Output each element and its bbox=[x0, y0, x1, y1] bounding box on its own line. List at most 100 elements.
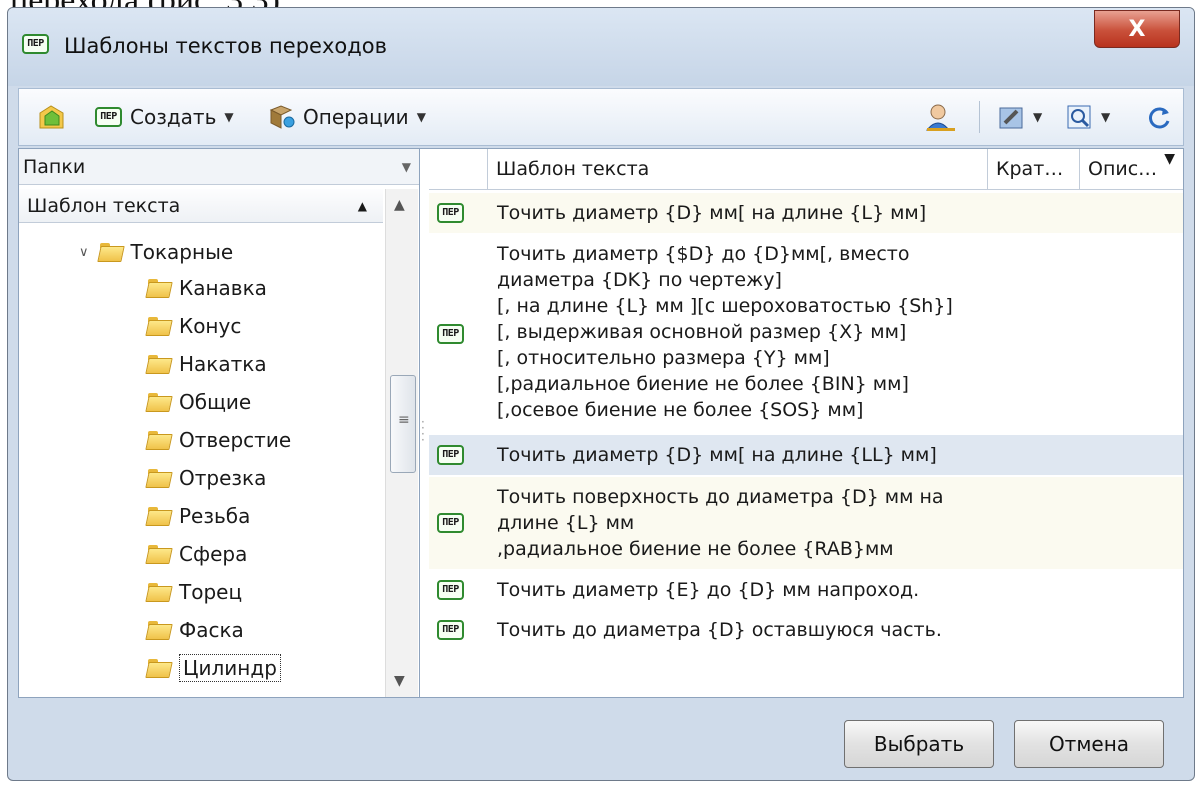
folder-icon bbox=[147, 583, 171, 601]
tree-item-selected[interactable]: Цилиндр bbox=[147, 651, 281, 685]
tree-item[interactable]: Отрезка bbox=[147, 461, 266, 495]
create-label: Создать bbox=[130, 105, 217, 129]
expand-chevron-icon[interactable]: ∨ bbox=[79, 245, 89, 260]
folder-icon bbox=[147, 279, 171, 297]
folders-pane: Папки ▼ Шаблон текста ▲ ∨ Токарные Канав… bbox=[19, 149, 420, 697]
icon-column-header[interactable] bbox=[429, 149, 487, 189]
folder-icon bbox=[147, 621, 171, 639]
folders-header[interactable]: Папки ▼ bbox=[19, 149, 419, 185]
row-template-text: Точить диаметр {$D} до {D}мм[, вместо ди… bbox=[497, 243, 953, 421]
chevron-down-icon: ▼ bbox=[416, 110, 426, 124]
filter-icon[interactable]: ▼ bbox=[1164, 151, 1175, 167]
folder-icon bbox=[147, 431, 171, 449]
home-folder-button[interactable] bbox=[37, 100, 67, 134]
dialog-footer: Выбрать Отмена bbox=[18, 702, 1184, 776]
tree-item[interactable]: Конус bbox=[147, 309, 241, 343]
tree-scrollbar[interactable]: ▲ ≡ ▼ bbox=[385, 189, 418, 697]
scroll-down-icon[interactable]: ▼ bbox=[394, 673, 405, 689]
settings-button[interactable]: ▼ bbox=[997, 100, 1042, 134]
tree-column-label: Шаблон текста bbox=[27, 195, 181, 217]
main-area: Папки ▼ Шаблон текста ▲ ∨ Токарные Канав… bbox=[18, 148, 1184, 698]
wrench-icon bbox=[999, 107, 1023, 129]
folder-icon bbox=[99, 243, 123, 261]
tree-item-label: Канавка bbox=[179, 276, 267, 300]
transition-icon: ПЕР bbox=[22, 34, 49, 54]
chevron-down-icon[interactable]: ▼ bbox=[402, 149, 411, 185]
tree-item-label: Фаска bbox=[179, 618, 244, 642]
tree-item-label: Цилиндр bbox=[179, 654, 281, 682]
tree-column-header[interactable]: Шаблон текста ▲ bbox=[19, 189, 383, 223]
window-title: Шаблоны текстов переходов bbox=[64, 34, 387, 58]
table-row[interactable]: ПЕР Точить до диаметра {D} оставшуюся ча… bbox=[429, 611, 1183, 649]
tree-item-label: Отрезка bbox=[179, 466, 267, 490]
folder-icon bbox=[147, 317, 171, 335]
chevron-down-icon: ▼ bbox=[1101, 110, 1111, 124]
home-folder-icon bbox=[39, 105, 64, 129]
transition-icon: ПЕР bbox=[437, 620, 464, 640]
table-row-highlighted[interactable]: ПЕР Точить диаметр {D} мм[ на длине {LL}… bbox=[429, 435, 1183, 475]
dialog-window: ПЕР Шаблоны текстов переходов X ПЕР Созд… bbox=[7, 7, 1195, 781]
folder-icon bbox=[147, 469, 171, 487]
tree-item[interactable]: Канавка bbox=[147, 271, 267, 305]
tree-item[interactable]: Фаска bbox=[147, 613, 244, 647]
transition-icon: ПЕР bbox=[437, 513, 464, 533]
column-header-short[interactable]: Крат… bbox=[987, 149, 1079, 189]
folder-icon bbox=[147, 393, 171, 411]
tree-item[interactable]: Сфера bbox=[147, 537, 247, 571]
row-template-text: Точить диаметр {E} до {D} мм напроход. bbox=[497, 579, 920, 601]
tree-item-label: Сфера bbox=[179, 542, 248, 566]
cancel-button[interactable]: Отмена bbox=[1014, 720, 1164, 768]
select-button[interactable]: Выбрать bbox=[844, 720, 994, 768]
table-row[interactable]: ПЕР Точить диаметр {D} мм[ на длине {L} … bbox=[429, 193, 1183, 233]
folder-icon bbox=[147, 659, 171, 677]
tree-item-label: Конус bbox=[179, 314, 242, 338]
folder-icon bbox=[147, 355, 171, 373]
transition-icon: ПЕР bbox=[437, 580, 464, 600]
create-button[interactable]: ПЕР Создать ▼ bbox=[95, 100, 234, 134]
grip-icon: ≡ bbox=[398, 412, 410, 428]
table-row[interactable]: ПЕР Точить диаметр {E} до {D} мм напрохо… bbox=[429, 571, 1183, 609]
preview-button[interactable]: ▼ bbox=[1065, 100, 1110, 134]
grid-header: Шаблон текста Крат… Опис… ▼ bbox=[429, 149, 1183, 190]
operations-button[interactable]: Операции ▼ bbox=[267, 100, 426, 134]
row-template-text: Точить диаметр {D} мм[ на длине {LL} мм] bbox=[497, 444, 937, 466]
chevron-down-icon: ▼ bbox=[1033, 110, 1043, 124]
table-row[interactable]: ПЕР Точить поверхность до диаметра {D} м… bbox=[429, 477, 1183, 569]
templates-grid: Шаблон текста Крат… Опис… ▼ ПЕР Точить д… bbox=[429, 149, 1183, 697]
toolbar: ПЕР Создать ▼ Операции ▼ ▼ ▼ bbox=[18, 88, 1184, 146]
scroll-up-icon[interactable]: ▲ bbox=[394, 197, 405, 213]
pane-splitter[interactable]: · · · · bbox=[421, 416, 425, 446]
tree-item[interactable]: Общие bbox=[147, 385, 251, 419]
tree-item-label: Торец bbox=[179, 580, 243, 604]
title-bar: ПЕР Шаблоны текстов переходов X bbox=[8, 8, 1194, 86]
sort-ascending-icon: ▲ bbox=[357, 199, 367, 213]
chevron-down-icon: ▼ bbox=[224, 110, 234, 124]
tree-item-label: Общие bbox=[179, 390, 252, 414]
preview-icon bbox=[1067, 105, 1091, 129]
refresh-button[interactable] bbox=[1145, 100, 1173, 134]
tree-folder-lathe[interactable]: ∨ Токарные bbox=[79, 235, 233, 269]
transition-icon: ПЕР bbox=[95, 107, 122, 127]
row-template-text: Точить диаметр {D} мм[ на длине {L} мм] bbox=[497, 202, 927, 224]
operations-icon bbox=[269, 105, 295, 129]
column-header-template[interactable]: Шаблон текста bbox=[487, 149, 987, 189]
toolbar-separator bbox=[979, 101, 980, 133]
tree-item-label: Токарные bbox=[130, 240, 234, 264]
tree-item[interactable]: Накатка bbox=[147, 347, 267, 381]
folder-icon bbox=[147, 545, 171, 563]
tree-item[interactable]: Торец bbox=[147, 575, 242, 609]
tree-item[interactable]: Отверстие bbox=[147, 423, 291, 457]
folder-icon bbox=[147, 507, 171, 525]
tree-item-label: Резьба bbox=[179, 504, 251, 528]
transition-icon: ПЕР bbox=[437, 445, 464, 465]
close-button[interactable]: X bbox=[1094, 10, 1180, 48]
tree-item[interactable]: Резьба bbox=[147, 499, 250, 533]
user-search-button[interactable] bbox=[925, 100, 957, 134]
refresh-icon bbox=[1149, 107, 1170, 129]
scrollbar-thumb[interactable]: ≡ bbox=[390, 375, 416, 473]
row-template-text: Точить до диаметра {D} оставшуюся часть. bbox=[497, 619, 942, 641]
transition-icon: ПЕР bbox=[437, 324, 464, 344]
transition-icon: ПЕР bbox=[437, 203, 464, 223]
table-row[interactable]: ПЕР Точить диаметр {$D} до {D}мм[, вмест… bbox=[429, 235, 1183, 433]
user-search-icon bbox=[925, 104, 955, 131]
